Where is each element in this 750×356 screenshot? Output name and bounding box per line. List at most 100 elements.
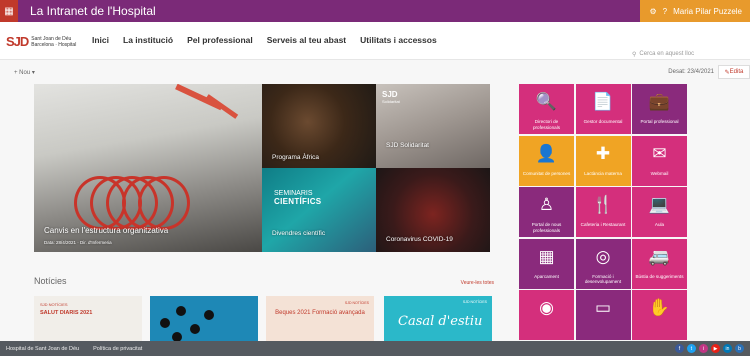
help-icon[interactable]: ?: [663, 7, 667, 16]
quick-launch-tile[interactable]: ✋: [632, 290, 687, 340]
edit-button[interactable]: ✎ Edita: [718, 65, 750, 79]
quick-launch-tile[interactable]: 🍴 Cafeteria i Restaurant: [575, 187, 631, 237]
footer-privacy-link[interactable]: Política de privacitat: [93, 346, 142, 352]
news-title: Notícies: [34, 276, 67, 286]
add-circle-icon: ✚: [595, 143, 611, 163]
user-area[interactable]: ⚙ ? Maria Pilar Puzzele: [640, 0, 750, 22]
intranet-page: ▦ La Intranet de l'Hospital ⚙ ? Maria Pi…: [0, 0, 750, 356]
quick-launch-tile[interactable]: 📄 Gestor documental: [575, 84, 631, 134]
quick-launch-tile[interactable]: ◉: [519, 290, 574, 340]
suite-bar: ▦ La Intranet de l'Hospital ⚙ ? Maria Pi…: [0, 0, 750, 22]
hero-tile-covid[interactable]: Coronavirus COVID-19: [376, 168, 490, 252]
news-card-1[interactable]: SJD NOTÍCIES SALUT DIARIS 2021: [34, 296, 142, 346]
quick-launch-tile[interactable]: 💼 Portal professional: [632, 84, 687, 134]
hero-sjd-caption[interactable]: SJD Solidaritat: [386, 142, 429, 149]
search-input[interactable]: Cerca en aquest lloc: [639, 51, 694, 57]
hero-virus-caption[interactable]: Coronavirus COVID-19: [386, 236, 453, 243]
linkedin-icon[interactable]: in: [723, 344, 732, 353]
decor-hoop: [138, 176, 190, 230]
screen-icon: ▭: [594, 298, 612, 317]
settings-icon[interactable]: ⚙: [649, 7, 656, 16]
search-icon: 🔍: [535, 92, 558, 111]
twitter-icon[interactable]: t: [687, 344, 696, 353]
news-section: Notícies Veure-les totes SJD NOTÍCIES SA…: [34, 276, 494, 346]
instagram-icon[interactable]: i: [699, 344, 708, 353]
user-tie-icon: ♙: [538, 195, 555, 214]
quick-launch-tile[interactable]: 🚐 Bústia de suggeriments: [632, 238, 687, 289]
quick-launch-label: Bústia de suggeriments: [635, 273, 684, 279]
sjd-badge-sub: Solidaritat: [382, 99, 400, 104]
footer-org-link[interactable]: Hospital de Sant Joan de Déu: [6, 346, 79, 352]
search-box[interactable]: ⚲ Cerca en aquest lloc: [632, 48, 742, 60]
illustration-dot: [176, 306, 186, 316]
site-title[interactable]: La Intranet de l'Hospital: [30, 4, 156, 18]
news-more-link[interactable]: Veure-les totes: [461, 280, 494, 286]
new-menu-button[interactable]: + Nou ▾: [14, 69, 35, 76]
quick-launch-label: Comunitat de persones: [522, 170, 571, 176]
hero-tile-africa[interactable]: Programa Àfrica: [262, 84, 376, 168]
news-card-headline: Beques 2021 Formació avançada: [275, 310, 365, 316]
logo-line-2: Barcelona · Hospital: [31, 41, 77, 48]
nav-item-inici[interactable]: Inici: [92, 35, 109, 45]
command-bar: + Nou ▾ Desat: 23/4/2021 ✎ Edita: [0, 64, 750, 80]
laptop-icon: 💻: [648, 195, 671, 214]
youtube-icon[interactable]: ▶: [711, 344, 720, 353]
quick-launch-label: Aparcament: [534, 273, 559, 279]
nav-item-serveis[interactable]: Serveis al teu abast: [267, 35, 346, 45]
site-header: SJD Sant Joan de Déu Barcelona · Hospita…: [0, 22, 750, 60]
news-card-4[interactable]: SJD NOTÍCIES Casal d'estiu: [384, 296, 492, 346]
blog-icon[interactable]: b: [735, 344, 744, 353]
quick-launch-tile[interactable]: ✚ Lactància materna: [575, 135, 631, 186]
news-card-2[interactable]: [150, 296, 258, 346]
hero-main-caption[interactable]: Canvis en l'estructura organitzativa: [44, 226, 168, 235]
quick-launch-tile[interactable]: ✉ Webmail: [632, 135, 687, 186]
van-icon: 🚐: [648, 246, 671, 266]
news-card-headline: Casal d'estiu: [398, 314, 483, 329]
search-icon: ⚲: [632, 51, 637, 58]
user-name[interactable]: Maria Pilar Puzzele: [673, 7, 742, 16]
decor-flag: [175, 84, 223, 111]
quick-launch-tile[interactable]: 🔍 Directori de professionals: [519, 84, 574, 134]
quick-launch-tile[interactable]: 💻 Aula: [632, 187, 687, 237]
quick-launch-label: Formació i desenvolupament: [584, 273, 622, 285]
facebook-icon[interactable]: f: [675, 344, 684, 353]
new-menu-label: Nou: [19, 69, 31, 76]
hero-main-meta: Data: 28/4/2021 · Dir. d'Infermeria: [44, 240, 112, 245]
illustration-dot: [190, 324, 200, 334]
logo-text: Sant Joan de Déu Barcelona · Hospital: [31, 36, 76, 48]
app-launcher-icon[interactable]: ▦: [0, 0, 18, 22]
hero-tile-solidaritat[interactable]: SJD Solidaritat SJD Solidaritat: [376, 84, 490, 168]
hero-tile-science[interactable]: SEMINARIS CIENTÍFICS Divendres científic: [262, 168, 376, 252]
quick-launch-label: Portal de nous professionals: [531, 222, 562, 233]
quick-launch-tile[interactable]: ♙ Portal de nous professionals: [519, 187, 574, 237]
palette-icon: ◎: [595, 246, 611, 266]
illustration-dot: [204, 310, 214, 320]
news-card-3[interactable]: SJD NOTÍCIES Beques 2021 Formació avança…: [266, 296, 374, 346]
quick-launch-tile[interactable]: 👤 Comunitat de persones: [519, 135, 574, 186]
people-icon: 👤: [535, 143, 558, 163]
nav-item-professional[interactable]: Pel professional: [187, 35, 253, 45]
briefcase-icon: 💼: [648, 92, 671, 111]
illustration-dot: [160, 318, 170, 328]
sjd-badge-text: SJD: [382, 90, 398, 99]
hero-sci-caption[interactable]: Divendres científic: [272, 230, 325, 237]
nav-item-institucio[interactable]: La institució: [123, 35, 173, 45]
hero-carousel: Canvis en l'estructura organitzativa Dat…: [34, 84, 490, 252]
quick-launch-tile[interactable]: ▦ Aparcament: [519, 238, 574, 289]
save-status: Desat: 23/4/2021: [668, 69, 714, 75]
top-navigation: Inici La institució Pel professional Ser…: [92, 35, 437, 45]
science-word-1: SEMINARIS: [274, 190, 313, 197]
decor-flag: [205, 94, 239, 119]
mail-icon: ✉: [652, 143, 667, 163]
quick-launch-grid: 🔍 Directori de professionals 📄 Gestor docum…: [519, 84, 687, 340]
social-links: f t i ▶ in b: [675, 344, 744, 353]
hero-tile-main[interactable]: Canvis en l'estructura organitzativa Dat…: [34, 84, 262, 252]
quick-launch-label: Gestor documental: [583, 119, 623, 124]
news-card-kicker: SJD NOTÍCIES: [344, 301, 369, 305]
quick-launch-tile[interactable]: ▭: [575, 290, 631, 340]
hero-kids-caption[interactable]: Programa Àfrica: [272, 154, 319, 161]
nav-item-utilitats[interactable]: Utilitats i accessos: [360, 35, 437, 45]
quick-launch-label: Lactància materna: [584, 170, 622, 176]
quick-launch-tile[interactable]: ◎ Formació i desenvolupament: [575, 238, 631, 289]
sjd-logo[interactable]: SJD Sant Joan de Déu Barcelona · Hospita…: [6, 34, 76, 49]
